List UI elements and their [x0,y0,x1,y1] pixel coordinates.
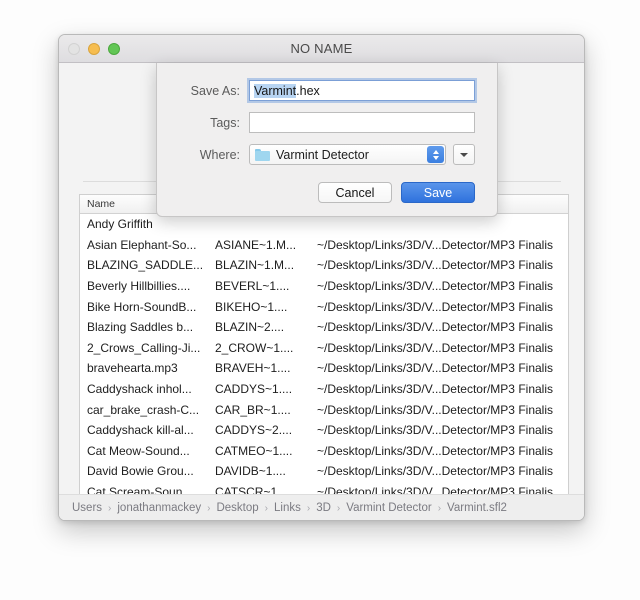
cell-name: Andy Griffith [87,217,153,232]
chevron-down-icon [460,152,468,157]
cell-path: ~/Desktop/Links/3D/V...Detector/MP3 Fina… [317,361,553,376]
cell-shortname: BRAVEH~1.... [215,361,291,376]
stepper-icon[interactable] [427,146,444,163]
breadcrumb-item-desktop[interactable]: Desktop [216,502,258,514]
cell-shortname: CAR_BR~1.... [215,402,291,417]
table-body: Andy Griffith Asian Elephant-So... ASIAN… [80,214,568,500]
breadcrumb-item-varmint-detector[interactable]: Varmint Detector [346,502,431,514]
cell-path: ~/Desktop/Links/3D/V...Detector/MP3 Fina… [317,258,553,273]
cell-path: ~/Desktop/Links/3D/V...Detector/MP3 Fina… [317,443,553,458]
table-row[interactable]: David Bowie Grou... DAVIDB~1.... ~/Deskt… [80,461,568,482]
table-row[interactable]: car_brake_crash-C... CAR_BR~1.... ~/Desk… [80,399,568,420]
chevron-right-icon: › [306,502,311,514]
save-dialog-sheet: Save As: Varmint .hex Tags: Where: Varmi… [156,63,498,217]
cell-name: car_brake_crash-C... [87,402,200,417]
file-table[interactable]: Name Andy Griffith Asian Elephant-So... … [79,194,569,501]
cell-shortname: BLAZIN~1.M... [215,258,295,273]
cell-path: ~/Desktop/Links/3D/V...Detector/MP3 Fina… [317,279,553,294]
tags-input[interactable] [249,112,475,133]
breadcrumb-item-3d[interactable]: 3D [316,502,331,514]
cell-shortname: CADDYS~2.... [215,423,293,438]
table-row[interactable]: Bike Horn-SoundB... BIKEHO~1.... ~/Deskt… [80,296,568,317]
cell-shortname: ASIANE~1.M... [215,237,297,252]
cell-name: bravehearta.mp3 [87,361,178,376]
cell-path: ~/Desktop/Links/3D/V...Detector/MP3 Fina… [317,237,553,252]
cell-name: David Bowie Grou... [87,464,194,479]
table-row[interactable]: Blazing Saddles b... BLAZIN~2.... ~/Desk… [80,317,568,338]
where-popup-button[interactable]: Varmint Detector [249,144,446,165]
table-row[interactable]: Asian Elephant-So... ASIANE~1.M... ~/Des… [80,235,568,256]
cell-shortname: CADDYS~1.... [215,382,293,397]
cell-name: Cat Meow-Sound... [87,443,190,458]
cell-name: Caddyshack kill-al... [87,423,194,438]
table-row[interactable]: Beverly Hillbillies.... BEVERL~1.... ~/D… [80,276,568,297]
table-row[interactable]: Andy Griffith [80,214,568,235]
sheet-button-row: Cancel Save [179,182,475,203]
cell-path: ~/Desktop/Links/3D/V...Detector/MP3 Fina… [317,320,553,335]
cell-name: 2_Crows_Calling-Ji... [87,340,201,355]
breadcrumb-item-users[interactable]: Users [72,502,102,514]
table-row[interactable]: bravehearta.mp3 BRAVEH~1.... ~/Desktop/L… [80,358,568,379]
cancel-button[interactable]: Cancel [318,182,392,203]
cell-shortname: BEVERL~1.... [215,279,290,294]
chevron-right-icon: › [207,502,211,514]
filename-selected-text: Varmint [254,83,297,98]
window-content: Block S Device Page S Name Andy Griffith [59,63,584,520]
cell-path: ~/Desktop/Links/3D/V...Detector/MP3 Fina… [317,299,553,314]
chevron-right-icon: › [108,502,112,514]
cell-name: Bike Horn-SoundB... [87,299,197,314]
expand-browser-button[interactable] [453,144,475,165]
cell-name: BLAZING_SADDLE... [87,258,204,273]
cell-name: Asian Elephant-So... [87,237,197,252]
filename-extension-text: .hex [296,83,320,98]
window-title: NO NAME [290,41,353,56]
folder-icon [255,148,270,161]
cell-path: ~/Desktop/Links/3D/V...Detector/MP3 Fina… [317,340,553,355]
chevron-right-icon: › [437,502,442,514]
cell-shortname: BLAZIN~2.... [215,320,285,335]
breadcrumb: Users › jonathanmackey › Desktop › Links… [59,494,584,520]
save-as-row: Save As: Varmint .hex [179,80,475,101]
breadcrumb-item-varmint-sfl2[interactable]: Varmint.sfl2 [447,502,507,514]
table-row[interactable]: BLAZING_SADDLE... BLAZIN~1.M... ~/Deskto… [80,255,568,276]
table-row[interactable]: 2_Crows_Calling-Ji... 2_CROW~1.... ~/Des… [80,338,568,359]
cell-shortname: DAVIDB~1.... [215,464,286,479]
chevron-down-icon [432,155,439,160]
tags-row: Tags: [179,112,475,133]
cell-shortname: 2_CROW~1.... [215,340,294,355]
table-row[interactable]: Caddyshack inhol... CADDYS~1.... ~/Deskt… [80,379,568,400]
save-as-label: Save As: [190,83,240,98]
cell-path: ~/Desktop/Links/3D/V...Detector/MP3 Fina… [317,464,553,479]
cell-path: ~/Desktop/Links/3D/V...Detector/MP3 Fina… [317,382,553,397]
window-titlebar[interactable]: NO NAME [59,35,584,63]
table-row[interactable]: Caddyshack kill-al... CADDYS~2.... ~/Des… [80,420,568,441]
tags-label: Tags: [210,115,240,130]
screen: NO NAME Block S Device Page S Name Andy … [0,0,640,600]
application-window: NO NAME Block S Device Page S Name Andy … [58,34,585,521]
where-value: Varmint Detector [276,147,369,162]
cell-shortname: CATMEO~1.... [215,443,293,458]
save-button[interactable]: Save [401,182,475,203]
where-row: Where: Varmint Detector [179,144,475,165]
cell-name: Caddyshack inhol... [87,382,192,397]
cell-shortname: BIKEHO~1.... [215,299,288,314]
cell-name: Beverly Hillbillies.... [87,279,191,294]
cell-name: Blazing Saddles b... [87,320,194,335]
breadcrumb-item-jonathanmackey[interactable]: jonathanmackey [117,502,201,514]
chevron-right-icon: › [264,502,268,514]
cell-path: ~/Desktop/Links/3D/V...Detector/MP3 Fina… [317,423,553,438]
chevron-right-icon: › [336,502,341,514]
where-label: Where: [199,147,240,162]
breadcrumb-item-links[interactable]: Links [274,502,301,514]
filename-input[interactable]: Varmint .hex [249,80,475,101]
table-row[interactable]: Cat Meow-Sound... CATMEO~1.... ~/Desktop… [80,441,568,462]
chevron-up-icon [432,149,439,154]
cell-path: ~/Desktop/Links/3D/V...Detector/MP3 Fina… [317,402,553,417]
